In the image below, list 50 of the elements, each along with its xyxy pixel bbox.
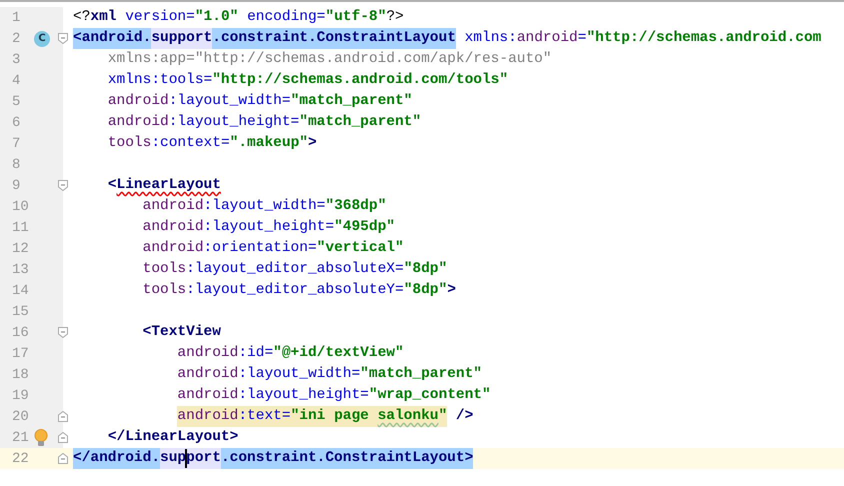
line-number: 12 xyxy=(12,240,30,256)
code-line: <LinearLayout xyxy=(106,176,221,195)
line-number: 15 xyxy=(12,304,30,320)
line-number: 6 xyxy=(12,114,22,130)
fold-marker-icon[interactable] xyxy=(58,453,68,464)
fold-marker-icon[interactable] xyxy=(58,411,68,422)
line-number: 2 xyxy=(12,30,22,46)
code-line: <?xml version="1.0" encoding="utf-8"?> xyxy=(73,8,404,27)
line-number: 19 xyxy=(12,388,30,404)
code-line: android:layout_width="match_parent" xyxy=(176,365,482,384)
code-line: </android.support.constraint.ConstraintLayout> xyxy=(73,448,474,469)
code-line: android:layout_width="368dp" xyxy=(142,197,386,216)
code-line: tools:layout_editor_absoluteY="8dp"> xyxy=(142,281,456,300)
line-number: 21 xyxy=(12,430,30,446)
code-line: android:layout_height="wrap_content" xyxy=(176,386,491,405)
code-line: tools:layout_editor_absoluteX="8dp" xyxy=(142,260,448,279)
line-number: 22 xyxy=(12,450,30,466)
class-badge[interactable]: C xyxy=(34,30,50,46)
fold-marker-icon[interactable] xyxy=(58,33,68,44)
line-number: 16 xyxy=(12,324,30,340)
fold-marker-icon[interactable] xyxy=(58,327,68,338)
code-line: android:layout_width="match_parent" xyxy=(106,92,412,111)
line-number: 7 xyxy=(12,136,22,152)
fold-marker-icon[interactable] xyxy=(58,432,68,443)
code-line: </LinearLayout> xyxy=(106,428,238,447)
code-line: <TextView xyxy=(142,323,221,342)
line-number: 5 xyxy=(12,94,22,110)
code-line: android:layout_height="495dp" xyxy=(142,218,395,237)
code-line: android:id="@+id/textView" xyxy=(176,344,404,363)
lightbulb-icon[interactable] xyxy=(34,428,48,446)
line-number: 14 xyxy=(12,282,30,298)
line-number: 4 xyxy=(12,72,22,88)
line-number: 10 xyxy=(12,198,30,214)
code-line: xmlns:tools="http://schemas.android.com/tools" xyxy=(106,71,508,90)
line-number: 8 xyxy=(12,156,22,172)
line-number: 17 xyxy=(12,346,30,362)
code-line: android:layout_height="match_parent" xyxy=(106,113,422,132)
code-line: android:text="ini page salonku" /> xyxy=(73,406,474,427)
line-number: 20 xyxy=(12,408,30,424)
line-number: 1 xyxy=(12,10,22,26)
code-line: xmlns:app="http://schemas.android.com/apk/res-auto" xyxy=(106,50,552,69)
code-line: <android.support.constraint.ConstraintLayout xmlns:android="http://schemas.android.com xyxy=(73,28,822,49)
line-number: 11 xyxy=(12,220,30,236)
code-line: android:orientation="vertical" xyxy=(142,239,404,258)
fold-marker-icon[interactable] xyxy=(58,180,68,191)
line-number: 18 xyxy=(12,366,30,382)
line-number: 3 xyxy=(12,52,22,68)
line-number: 9 xyxy=(12,178,22,194)
code-line: tools:context=".makeup"> xyxy=(106,134,317,153)
line-number: 13 xyxy=(12,262,30,278)
